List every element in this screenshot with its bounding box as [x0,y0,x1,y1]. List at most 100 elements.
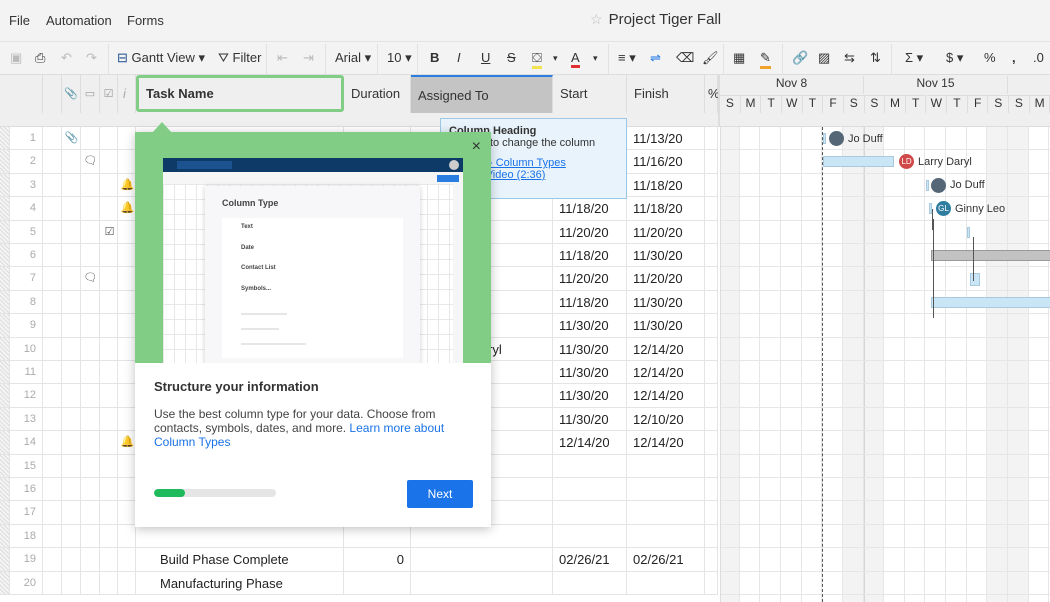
start-cell[interactable]: 11/20/20 [553,220,627,243]
icon-cell[interactable] [43,431,62,454]
strikethrough-button[interactable]: S [507,50,516,65]
italic-button[interactable]: I [457,50,461,65]
next-button[interactable]: Next [407,480,473,508]
icon-cell[interactable] [62,571,81,594]
duration-cell[interactable] [344,524,411,548]
icon-cell[interactable] [118,478,136,501]
icon-cell[interactable] [81,290,100,314]
comment-column-icon[interactable]: ▭ [81,75,100,113]
column-header-start[interactable]: Start [553,75,627,113]
percent-cell[interactable] [705,290,718,314]
assigned-to-cell[interactable] [411,548,553,571]
comma-button[interactable]: , [1012,50,1016,65]
assigned-to-cell[interactable] [411,571,553,594]
icon-cell[interactable] [43,197,62,220]
percent-cell[interactable] [705,127,718,150]
percent-button[interactable]: % [984,50,996,65]
icon-cell[interactable] [81,197,100,220]
gantt-bar[interactable] [926,179,929,191]
gantt-bar[interactable] [931,296,1050,308]
icon-cell[interactable] [100,150,118,173]
icon-cell[interactable] [43,454,62,477]
icon-cell[interactable] [81,548,100,571]
wrap-text-icon[interactable]: ⇌ [650,50,661,66]
icon-cell[interactable] [62,173,81,197]
icon-cell[interactable] [62,501,81,524]
redo-icon[interactable]: ↷ [86,50,97,66]
percent-cell[interactable] [705,244,718,267]
start-cell[interactable] [553,478,627,501]
icon-cell[interactable] [43,150,62,173]
icon-cell[interactable] [118,150,136,173]
image-icon[interactable]: ▨ [818,50,830,66]
icon-cell[interactable] [43,337,62,360]
start-cell[interactable]: 11/30/20 [553,407,627,431]
icon-cell[interactable] [81,431,100,454]
icon-cell[interactable] [43,524,62,548]
percent-cell[interactable] [705,220,718,243]
icon-cell[interactable] [118,361,136,384]
favorite-star-icon[interactable]: ☆ [590,11,603,27]
icon-cell[interactable] [100,337,118,360]
icon-cell[interactable] [81,220,100,243]
percent-cell[interactable] [705,384,718,407]
task-name-cell[interactable]: Manufacturing Phase [136,571,344,594]
start-cell[interactable]: 11/20/20 [553,267,627,290]
text-color-button[interactable]: A [571,50,580,68]
icon-cell[interactable] [43,220,62,243]
icon-cell[interactable] [100,173,118,197]
attachment-icon[interactable]: 📎 [62,127,81,149]
icon-cell[interactable] [118,127,136,150]
icon-cell[interactable] [81,454,100,477]
icon-cell[interactable] [62,220,81,243]
save-icon[interactable]: ▣ [10,50,22,66]
finish-cell[interactable] [627,571,705,594]
start-cell[interactable] [553,571,627,594]
icon-cell[interactable] [118,407,136,431]
gantt-view-dropdown[interactable]: ⊟ Gantt View ▾ [117,50,205,66]
attachment-column-icon[interactable]: 📎 [62,75,81,113]
table-row[interactable]: 18 [0,524,718,549]
finish-cell[interactable]: 11/30/20 [627,244,705,267]
icon-cell[interactable] [43,267,62,290]
underline-button[interactable]: U [481,50,490,65]
filter-button[interactable]: ⛛ Filter [218,50,261,66]
column-header-assigned-to[interactable]: Assigned To [411,75,553,113]
icon-cell[interactable] [62,384,81,407]
icon-cell[interactable] [100,478,118,501]
icon-cell[interactable] [43,173,62,197]
icon-cell[interactable] [81,478,100,501]
icon-cell[interactable] [100,571,118,594]
finish-cell[interactable]: 11/30/20 [627,314,705,337]
icon-cell[interactable] [118,290,136,314]
finish-cell[interactable]: 12/14/20 [627,337,705,360]
finish-cell[interactable] [627,478,705,501]
assigned-to-cell[interactable] [411,524,553,548]
icon-cell[interactable] [118,548,136,571]
start-cell[interactable] [553,454,627,477]
print-icon[interactable]: ⎙ [35,50,45,66]
icon-cell[interactable] [118,267,136,290]
column-header-task-name[interactable]: Task Name [136,75,344,112]
outdent-icon[interactable]: ⇤ [277,50,288,66]
insert-column-icon[interactable]: ⇅ [870,50,881,66]
icon-cell[interactable] [43,314,62,337]
table-row[interactable]: 20 Manufacturing Phase [0,571,718,595]
column-header-duration[interactable]: Duration [344,75,411,113]
start-cell[interactable]: 11/30/20 [553,337,627,360]
card-view-icon[interactable]: ▦ [733,50,745,66]
icon-cell[interactable] [62,150,81,173]
bold-button[interactable]: B [430,50,439,65]
icon-cell[interactable] [81,244,100,267]
task-name-cell[interactable] [136,524,344,548]
icon-cell[interactable] [81,173,100,197]
percent-cell[interactable] [705,337,718,360]
percent-cell[interactable] [705,361,718,384]
duration-cell[interactable]: 0 [344,548,411,571]
menu-automation[interactable]: Automation [46,13,112,28]
icon-cell[interactable] [118,454,136,477]
highlight-icon[interactable]: ✎ [760,50,771,69]
icon-cell[interactable] [118,524,136,548]
task-name-cell[interactable]: Build Phase Complete [136,548,344,571]
percent-cell[interactable] [705,431,718,454]
